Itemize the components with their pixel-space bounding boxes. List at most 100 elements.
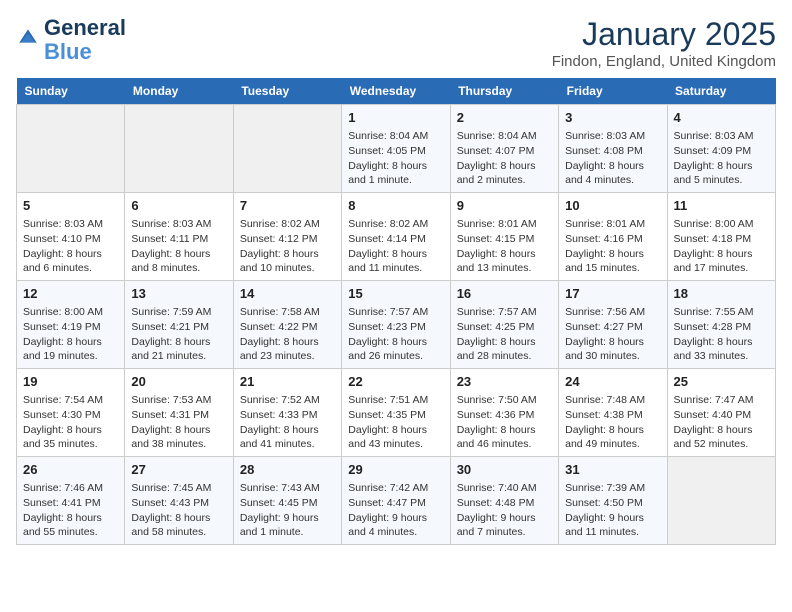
cell-line: Daylight: 8 hours and 52 minutes. bbox=[674, 424, 753, 451]
calendar-cell: 20Sunrise: 7:53 AMSunset: 4:31 PMDayligh… bbox=[125, 369, 233, 457]
day-number: 9 bbox=[457, 197, 552, 215]
cell-line: Daylight: 8 hours and 5 minutes. bbox=[674, 160, 753, 187]
cell-line: Sunrise: 8:01 AM bbox=[457, 218, 537, 230]
cell-line: Daylight: 8 hours and 33 minutes. bbox=[674, 336, 753, 363]
cell-line: Daylight: 8 hours and 8 minutes. bbox=[131, 248, 210, 275]
cell-line: Sunset: 4:14 PM bbox=[348, 233, 426, 245]
cell-content: Sunrise: 8:01 AMSunset: 4:16 PMDaylight:… bbox=[565, 217, 660, 276]
calendar-cell: 12Sunrise: 8:00 AMSunset: 4:19 PMDayligh… bbox=[17, 281, 125, 369]
cell-line: Sunrise: 8:03 AM bbox=[131, 218, 211, 230]
calendar-cell: 5Sunrise: 8:03 AMSunset: 4:10 PMDaylight… bbox=[17, 193, 125, 281]
calendar-cell: 13Sunrise: 7:59 AMSunset: 4:21 PMDayligh… bbox=[125, 281, 233, 369]
calendar-cell: 23Sunrise: 7:50 AMSunset: 4:36 PMDayligh… bbox=[450, 369, 558, 457]
cell-line: Sunrise: 8:02 AM bbox=[240, 218, 320, 230]
cell-line: Daylight: 9 hours and 7 minutes. bbox=[457, 512, 536, 539]
cell-line: Sunrise: 8:00 AM bbox=[674, 218, 754, 230]
cell-line: Sunrise: 7:40 AM bbox=[457, 482, 537, 494]
day-number: 3 bbox=[565, 109, 660, 127]
day-number: 2 bbox=[457, 109, 552, 127]
page-header: General Blue January 2025 Findon, Englan… bbox=[16, 16, 776, 70]
cell-line: Daylight: 8 hours and 13 minutes. bbox=[457, 248, 536, 275]
day-number: 4 bbox=[674, 109, 769, 127]
cell-line: Sunset: 4:43 PM bbox=[131, 497, 209, 509]
weekday-header-thursday: Thursday bbox=[450, 78, 558, 105]
calendar-cell: 26Sunrise: 7:46 AMSunset: 4:41 PMDayligh… bbox=[17, 457, 125, 545]
day-number: 12 bbox=[23, 285, 118, 303]
day-number: 28 bbox=[240, 461, 335, 479]
cell-line: Sunrise: 7:50 AM bbox=[457, 394, 537, 406]
cell-line: Sunset: 4:22 PM bbox=[240, 321, 318, 333]
cell-content: Sunrise: 7:43 AMSunset: 4:45 PMDaylight:… bbox=[240, 481, 335, 540]
cell-line: Sunrise: 7:57 AM bbox=[457, 306, 537, 318]
cell-line: Daylight: 8 hours and 17 minutes. bbox=[674, 248, 753, 275]
cell-line: Sunrise: 7:57 AM bbox=[348, 306, 428, 318]
weekday-header-wednesday: Wednesday bbox=[342, 78, 450, 105]
calendar-cell: 29Sunrise: 7:42 AMSunset: 4:47 PMDayligh… bbox=[342, 457, 450, 545]
cell-content: Sunrise: 7:39 AMSunset: 4:50 PMDaylight:… bbox=[565, 481, 660, 540]
cell-line: Daylight: 8 hours and 41 minutes. bbox=[240, 424, 319, 451]
cell-line: Sunrise: 8:03 AM bbox=[565, 130, 645, 142]
cell-content: Sunrise: 7:57 AMSunset: 4:23 PMDaylight:… bbox=[348, 305, 443, 364]
cell-line: Sunrise: 8:04 AM bbox=[457, 130, 537, 142]
cell-line: Sunset: 4:30 PM bbox=[23, 409, 101, 421]
cell-line: Sunset: 4:10 PM bbox=[23, 233, 101, 245]
calendar-cell: 6Sunrise: 8:03 AMSunset: 4:11 PMDaylight… bbox=[125, 193, 233, 281]
calendar-week-row: 19Sunrise: 7:54 AMSunset: 4:30 PMDayligh… bbox=[17, 369, 776, 457]
calendar-cell: 25Sunrise: 7:47 AMSunset: 4:40 PMDayligh… bbox=[667, 369, 775, 457]
cell-line: Sunrise: 7:45 AM bbox=[131, 482, 211, 494]
cell-line: Sunrise: 8:01 AM bbox=[565, 218, 645, 230]
weekday-header-friday: Friday bbox=[559, 78, 667, 105]
calendar-cell: 24Sunrise: 7:48 AMSunset: 4:38 PMDayligh… bbox=[559, 369, 667, 457]
cell-line: Sunrise: 7:52 AM bbox=[240, 394, 320, 406]
cell-line: Sunset: 4:18 PM bbox=[674, 233, 752, 245]
cell-line: Sunrise: 7:46 AM bbox=[23, 482, 103, 494]
cell-line: Sunrise: 8:04 AM bbox=[348, 130, 428, 142]
cell-line: Sunset: 4:45 PM bbox=[240, 497, 318, 509]
cell-content: Sunrise: 8:04 AMSunset: 4:05 PMDaylight:… bbox=[348, 129, 443, 188]
cell-content: Sunrise: 7:56 AMSunset: 4:27 PMDaylight:… bbox=[565, 305, 660, 364]
day-number: 16 bbox=[457, 285, 552, 303]
cell-content: Sunrise: 7:57 AMSunset: 4:25 PMDaylight:… bbox=[457, 305, 552, 364]
calendar-cell: 8Sunrise: 8:02 AMSunset: 4:14 PMDaylight… bbox=[342, 193, 450, 281]
day-number: 26 bbox=[23, 461, 118, 479]
cell-line: Sunset: 4:19 PM bbox=[23, 321, 101, 333]
cell-line: Daylight: 8 hours and 10 minutes. bbox=[240, 248, 319, 275]
cell-content: Sunrise: 7:55 AMSunset: 4:28 PMDaylight:… bbox=[674, 305, 769, 364]
day-number: 7 bbox=[240, 197, 335, 215]
cell-line: Daylight: 8 hours and 55 minutes. bbox=[23, 512, 102, 539]
calendar-week-row: 5Sunrise: 8:03 AMSunset: 4:10 PMDaylight… bbox=[17, 193, 776, 281]
title-block: January 2025 Findon, England, United Kin… bbox=[552, 16, 776, 70]
cell-line: Sunset: 4:23 PM bbox=[348, 321, 426, 333]
calendar-cell: 31Sunrise: 7:39 AMSunset: 4:50 PMDayligh… bbox=[559, 457, 667, 545]
calendar-cell: 17Sunrise: 7:56 AMSunset: 4:27 PMDayligh… bbox=[559, 281, 667, 369]
cell-line: Daylight: 8 hours and 6 minutes. bbox=[23, 248, 102, 275]
month-title: January 2025 bbox=[552, 16, 776, 53]
weekday-header-monday: Monday bbox=[125, 78, 233, 105]
cell-content: Sunrise: 8:02 AMSunset: 4:14 PMDaylight:… bbox=[348, 217, 443, 276]
cell-line: Sunset: 4:09 PM bbox=[674, 145, 752, 157]
cell-content: Sunrise: 7:54 AMSunset: 4:30 PMDaylight:… bbox=[23, 393, 118, 452]
cell-content: Sunrise: 8:03 AMSunset: 4:08 PMDaylight:… bbox=[565, 129, 660, 188]
cell-line: Sunset: 4:27 PM bbox=[565, 321, 643, 333]
cell-line: Sunrise: 7:54 AM bbox=[23, 394, 103, 406]
day-number: 22 bbox=[348, 373, 443, 391]
calendar-cell: 28 Sunrise: 7:43 AMSunset: 4:45 PMDayligh… bbox=[233, 457, 341, 545]
logo: General Blue bbox=[16, 16, 126, 64]
cell-line: Sunset: 4:48 PM bbox=[457, 497, 535, 509]
calendar-cell: 14Sunrise: 7:58 AMSunset: 4:22 PMDayligh… bbox=[233, 281, 341, 369]
cell-line: Sunrise: 7:51 AM bbox=[348, 394, 428, 406]
cell-content: Sunrise: 8:04 AMSunset: 4:07 PMDaylight:… bbox=[457, 129, 552, 188]
cell-content: Sunrise: 7:52 AMSunset: 4:33 PMDaylight:… bbox=[240, 393, 335, 452]
calendar-cell: 18Sunrise: 7:55 AMSunset: 4:28 PMDayligh… bbox=[667, 281, 775, 369]
calendar-cell: 1Sunrise: 8:04 AMSunset: 4:05 PMDaylight… bbox=[342, 105, 450, 193]
cell-line: Sunset: 4:11 PM bbox=[131, 233, 208, 245]
calendar-cell: 16 Sunrise: 7:57 AMSunset: 4:25 PMDayligh… bbox=[450, 281, 558, 369]
day-number: 15 bbox=[348, 285, 443, 303]
day-number: 20 bbox=[131, 373, 226, 391]
cell-line: Sunrise: 7:56 AM bbox=[565, 306, 645, 318]
cell-line: Daylight: 9 hours and 4 minutes. bbox=[348, 512, 427, 539]
logo-line1: General bbox=[44, 16, 126, 40]
cell-line: Sunset: 4:15 PM bbox=[457, 233, 535, 245]
cell-line: Daylight: 8 hours and 21 minutes. bbox=[131, 336, 210, 363]
calendar-cell: 10Sunrise: 8:01 AMSunset: 4:16 PMDayligh… bbox=[559, 193, 667, 281]
